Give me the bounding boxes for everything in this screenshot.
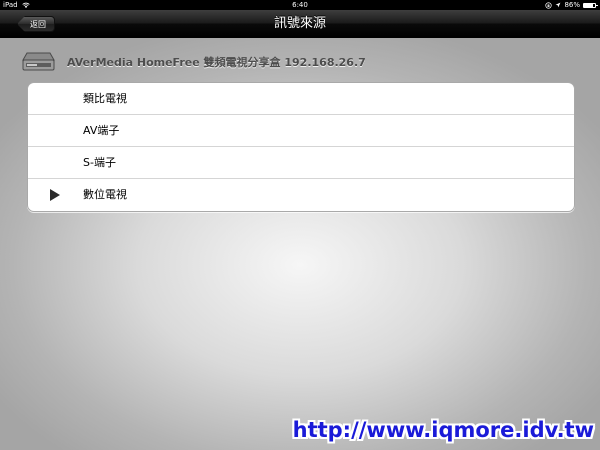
list-item-digital-tv[interactable]: 數位電視 [28, 179, 574, 211]
list-item-analog-tv[interactable]: 類比電視 [28, 83, 574, 115]
page-title: 訊號來源 [273, 16, 326, 31]
rotation-lock-icon [545, 1, 553, 9]
device-title: AVerMedia HomeFree 雙頻電視分享盒 192.168.26.7 [67, 56, 366, 69]
navigation-bar: 返回 訊號來源 [0, 10, 600, 38]
device-header: AVerMedia HomeFree 雙頻電視分享盒 192.168.26.7 [22, 52, 366, 72]
signal-source-list: 類比電視 AV端子 S-端子 數位電視 [27, 82, 575, 212]
list-item-av-input[interactable]: AV端子 [28, 115, 574, 147]
tv-box-icon [22, 52, 55, 71]
status-bar: iPad 6:40 86% [0, 0, 600, 10]
ipad-screen: iPad 6:40 86% 返回 訊號來源 AVerMedia HomeFree… [0, 0, 600, 450]
list-item-label: AV端子 [83, 124, 120, 137]
list-item-label: S-端子 [83, 156, 116, 169]
battery-icon [583, 2, 598, 8]
status-right: 86% [545, 0, 598, 10]
watermark-url: http://www.iqmore.idv.tw [292, 418, 594, 442]
list-item-s-video[interactable]: S-端子 [28, 147, 574, 179]
play-selected-icon [50, 189, 60, 201]
list-item-label: 數位電視 [83, 188, 127, 201]
status-time: 6:40 [292, 1, 308, 9]
list-item-label: 類比電視 [83, 92, 127, 105]
location-icon [556, 2, 561, 8]
battery-level-fill [584, 3, 594, 7]
battery-percentage: 86% [564, 1, 580, 9]
